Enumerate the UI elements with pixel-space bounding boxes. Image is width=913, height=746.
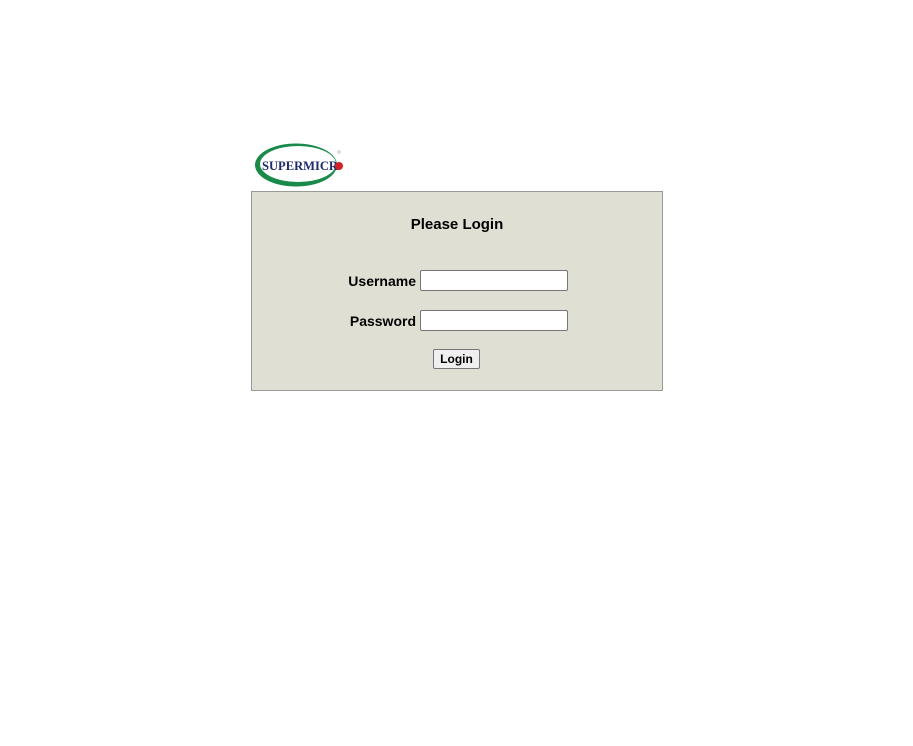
registered-mark-icon [337, 150, 341, 154]
password-label: Password [349, 313, 416, 329]
logo-red-dot [335, 162, 343, 170]
login-title: Please Login [410, 216, 504, 233]
username-label: Username [348, 273, 416, 289]
username-input[interactable] [420, 270, 568, 291]
login-panel: Please Login Username Password Login [251, 191, 663, 391]
logo-wordmark: SUPERMICR [262, 158, 339, 173]
supermicro-logo-icon: SUPERMICR [255, 143, 343, 187]
password-input[interactable] [420, 310, 568, 331]
supermicro-logo: SUPERMICR [253, 141, 347, 189]
login-button[interactable]: Login [433, 349, 480, 369]
